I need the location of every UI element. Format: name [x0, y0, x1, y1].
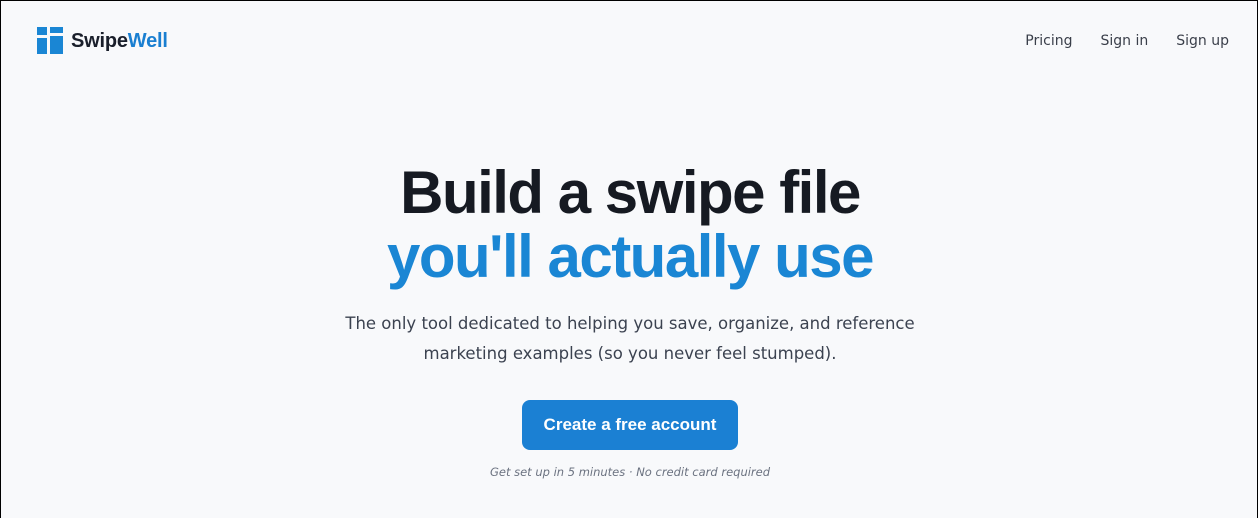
subtitle-line-2: marketing examples (so you never feel st…	[423, 344, 837, 363]
signup-note: Get set up in 5 minutes · No credit card…	[489, 465, 771, 479]
hero-subtitle: The only tool dedicated to helping you s…	[280, 309, 980, 369]
headline-line-2: you'll actually use	[387, 223, 874, 290]
top-nav: Pricing Sign in Sign up	[1025, 32, 1229, 50]
create-account-button[interactable]: Create a free account	[521, 400, 739, 450]
nav-sign-in-link[interactable]: Sign in	[1101, 32, 1149, 50]
brand-logo[interactable]: SwipeWell	[37, 27, 168, 54]
subtitle-line-1: The only tool dedicated to helping you s…	[345, 314, 915, 333]
brand-name: SwipeWell	[71, 31, 168, 51]
headline-line-1: Build a swipe file	[400, 159, 861, 226]
brand-name-part2: Well	[127, 29, 168, 52]
hero-headline: Build a swipe file you'll actually use	[1, 159, 1257, 290]
nav-sign-up-link[interactable]: Sign up	[1176, 32, 1229, 50]
brand-name-part1: Swipe	[71, 29, 128, 52]
nav-pricing-link[interactable]: Pricing	[1025, 32, 1072, 50]
hero-section: Build a swipe file you'll actually use T…	[1, 159, 1257, 480]
landing-page: SwipeWell Pricing Sign in Sign up Build …	[0, 0, 1258, 518]
swipewell-logo-icon	[37, 27, 63, 54]
